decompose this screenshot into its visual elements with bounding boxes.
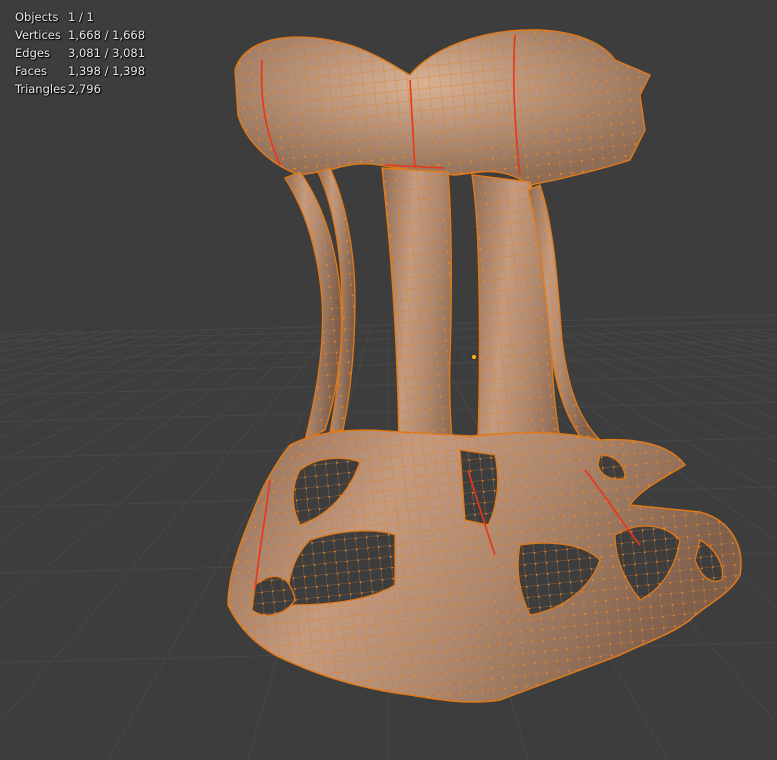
- object-origin: [471, 354, 477, 360]
- stat-row-vertices: Vertices 1,668 / 1,668: [15, 26, 145, 44]
- stat-row-objects: Objects 1 / 1: [15, 8, 145, 26]
- viewport-scene[interactable]: [0, 0, 777, 760]
- stat-value: 1,668 / 1,668: [68, 28, 146, 42]
- grid-line: [0, 329, 191, 392]
- stat-row-triangles: Triangles 2,796: [15, 80, 145, 98]
- stat-value: 1,398 / 1,398: [68, 64, 146, 78]
- stat-label: Vertices: [15, 28, 61, 42]
- stat-value: 1 / 1: [68, 10, 94, 24]
- stat-row-edges: Edges 3,081 / 3,081: [15, 44, 145, 62]
- stat-row-faces: Faces 1,398 / 1,398: [15, 62, 145, 80]
- grid-line: [0, 329, 209, 404]
- grid-line: [0, 329, 245, 439]
- statistics-overlay: Objects 1 / 1 Vertices 1,668 / 1,668 Edges 3,…: [15, 8, 145, 98]
- stat-label: Triangles: [15, 82, 67, 96]
- 3d-viewport[interactable]: Objects 1 / 1 Vertices 1,668 / 1,668 Edges 3,…: [0, 0, 777, 760]
- grid-line: [0, 329, 227, 420]
- stat-label: Objects: [15, 10, 59, 24]
- grid-line: [0, 329, 263, 463]
- stat-value: 2,796: [68, 82, 101, 96]
- grid-line: [0, 329, 281, 496]
- stat-value: 3,081 / 3,081: [68, 46, 146, 60]
- stat-label: Edges: [15, 46, 50, 60]
- stat-label: Faces: [15, 64, 47, 78]
